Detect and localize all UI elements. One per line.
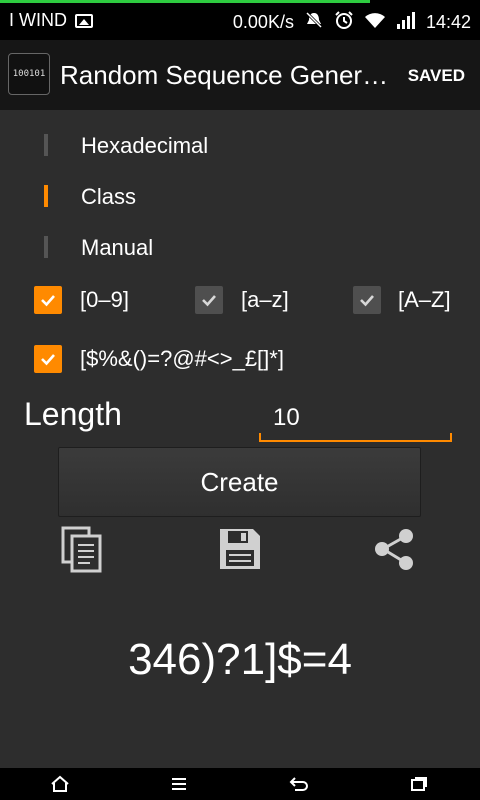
mode-indicator: [44, 185, 48, 207]
generated-sequence: 346)?1]$=4: [128, 635, 352, 684]
mode-indicator: [44, 134, 48, 156]
app-title: Random Sequence Gener…: [60, 60, 389, 90]
mode-label: Class: [81, 184, 137, 209]
saved-button[interactable]: SAVED: [408, 66, 465, 86]
status-bar: I WIND 0.00K/s 14:42: [0, 0, 480, 40]
mute-icon: [304, 10, 324, 35]
alarm-icon: [334, 10, 354, 35]
save-button[interactable]: [215, 524, 265, 574]
network-speed: 0.00K/s: [232, 12, 294, 32]
mode-label: Hexadecimal: [81, 133, 209, 158]
mode-label: Manual: [81, 235, 154, 260]
checkbox-label: [$%&()=?@#<>_£[]*]: [80, 346, 284, 371]
checkbox-box[interactable]: [34, 286, 62, 314]
length-input-underline: [259, 433, 452, 442]
checkbox-box[interactable]: [195, 286, 223, 314]
mode-option-class[interactable]: Class: [44, 181, 136, 211]
create-button[interactable]: Create: [58, 447, 421, 517]
mode-option-hexadecimal[interactable]: Hexadecimal: [44, 130, 208, 160]
checkbox-digits[interactable]: [0–9]: [34, 286, 129, 314]
checkmark-icon: [360, 295, 374, 307]
back-icon[interactable]: [287, 772, 311, 796]
signal-icon: [396, 11, 416, 34]
action-bar: 100101 Random Sequence Gener… SAVED: [0, 40, 480, 110]
checkbox-label: [0–9]: [80, 287, 129, 312]
image-icon: [75, 13, 93, 28]
clock: 14:42: [425, 12, 471, 32]
checkmark-icon: [41, 354, 55, 366]
share-icon: [375, 529, 413, 570]
length-label: Length: [24, 396, 122, 432]
carrier-name: I WIND: [9, 10, 67, 30]
share-button[interactable]: [369, 524, 419, 574]
checkmark-icon: [41, 295, 55, 307]
checkmark-icon: [202, 295, 216, 307]
menu-icon[interactable]: [167, 772, 191, 796]
checkbox-label: [a–z]: [241, 287, 289, 312]
checkbox-symbols[interactable]: [$%&()=?@#<>_£[]*]: [34, 345, 284, 373]
checkbox-box[interactable]: [34, 345, 62, 373]
recents-icon[interactable]: [407, 772, 431, 796]
app-icon[interactable]: 100101: [8, 53, 50, 95]
status-progress-line: [0, 0, 370, 3]
save-icon: [220, 529, 260, 569]
checkbox-lowercase[interactable]: [a–z]: [195, 286, 289, 314]
navigation-bar: [0, 768, 480, 800]
home-icon[interactable]: [48, 772, 72, 796]
copy-button[interactable]: [57, 524, 107, 574]
mode-option-manual[interactable]: Manual: [44, 232, 153, 262]
checkbox-uppercase[interactable]: [A–Z]: [353, 286, 451, 314]
mode-indicator: [44, 236, 48, 258]
checkbox-box[interactable]: [353, 286, 381, 314]
wifi-icon: [364, 11, 386, 34]
checkbox-label: [A–Z]: [398, 287, 451, 312]
copy-icon: [61, 526, 102, 573]
